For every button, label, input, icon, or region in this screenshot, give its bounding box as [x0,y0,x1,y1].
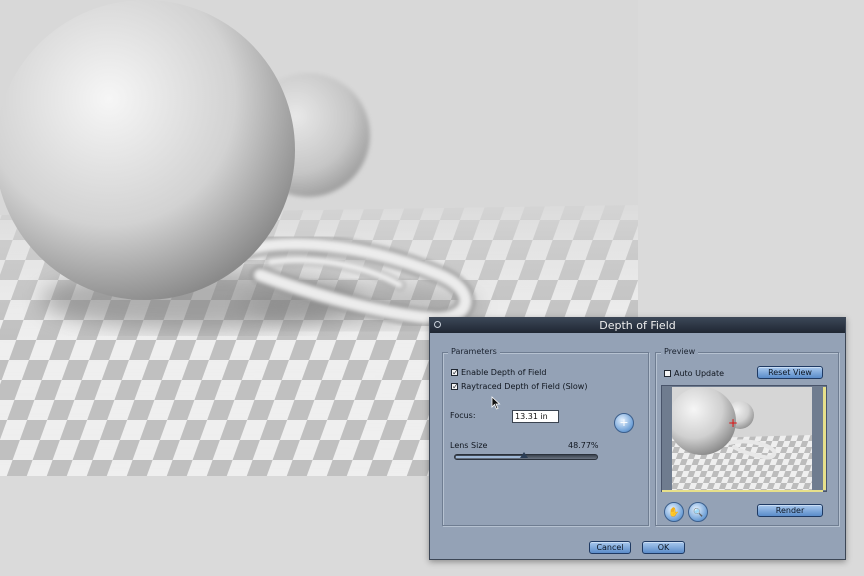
preview-image[interactable]: + [672,387,812,491]
dialog-title: Depth of Field [599,319,676,332]
dialog-titlebar[interactable]: Depth of Field [430,318,845,333]
lens-size-label: Lens Size [450,441,488,450]
ok-button[interactable]: OK [642,541,685,554]
close-icon[interactable] [434,321,441,328]
hand-icon: ✋ [668,508,680,518]
lens-size-slider[interactable] [454,452,598,460]
lens-size-slider-fill [456,456,525,458]
focus-input[interactable]: 13.31 in [512,410,559,423]
enable-dof-label[interactable]: Enable Depth of Field [461,368,546,377]
preview-group-label: Preview [661,346,699,358]
preview-resize-handle-bottom[interactable] [662,490,823,492]
focus-point-marker: + [728,416,738,430]
lens-size-slider-thumb[interactable] [520,452,529,458]
preview-resize-handle-right[interactable] [823,387,826,490]
pan-button[interactable]: ✋ [664,502,684,522]
preview-render: + [672,387,812,491]
crosshair-icon: + [619,416,629,429]
enable-dof-checkbox[interactable]: ✓ [451,368,459,377]
auto-update-checkbox[interactable] [664,370,671,377]
raytraced-dof-checkbox[interactable]: ✓ [451,382,459,391]
raytraced-dof-label[interactable]: Raytraced Depth of Field (Slow) [461,382,587,391]
lens-size-value: 48.77% [568,441,599,450]
focus-picker-button[interactable]: + [614,413,634,433]
focus-label: Focus: [450,411,476,420]
checkmark-icon: ✓ [452,368,459,377]
checkmark-icon: ✓ [452,382,459,391]
auto-update-label[interactable]: Auto Update [674,369,724,378]
parameters-group: Parameters [442,346,649,526]
reset-view-button[interactable]: Reset View [757,366,823,379]
zoom-icon: 🔍 [693,508,703,517]
parameters-group-label: Parameters [448,346,500,358]
mouse-cursor-icon [491,396,501,410]
cancel-button[interactable]: Cancel [589,541,631,554]
zoom-button[interactable]: 🔍 [688,502,708,522]
render-button[interactable]: Render [757,504,823,517]
